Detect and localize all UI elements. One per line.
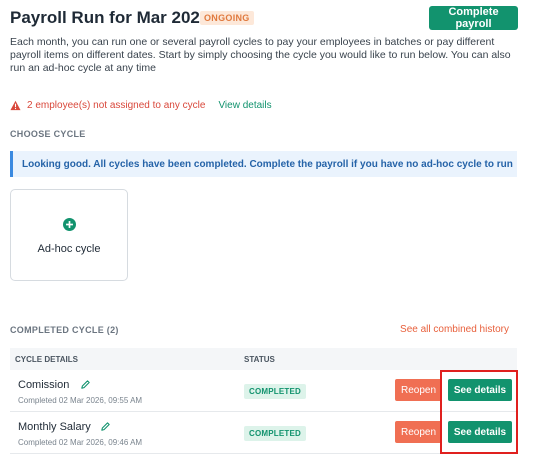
cycle-completed-time: Completed 02 Mar 2026, 09:46 AM — [18, 438, 143, 447]
info-banner: Looking good. All cycles have been compl… — [10, 151, 517, 177]
adhoc-cycle-card[interactable]: Ad-hoc cycle — [10, 189, 128, 281]
status-badge: COMPLETED — [244, 426, 307, 441]
see-details-button[interactable]: See details — [448, 379, 512, 401]
warning-triangle-icon — [10, 100, 21, 110]
warning-text: 2 employee(s) not assigned to any cycle — [27, 99, 206, 111]
complete-payroll-button[interactable]: Complete payroll — [429, 6, 518, 30]
column-header-details: CYCLE DETAILS — [15, 355, 78, 364]
column-header-status: STATUS — [244, 355, 275, 364]
plus-circle-icon — [63, 218, 76, 231]
combined-history-link[interactable]: See all combined history — [400, 324, 509, 335]
unassigned-warning: 2 employee(s) not assigned to any cycle … — [10, 99, 272, 111]
page-title: Payroll Run for Mar 2026 — [10, 8, 210, 27]
table-row: Comission Completed 02 Mar 2026, 09:55 A… — [10, 370, 517, 412]
cycle-name: Monthly Salary — [18, 421, 91, 433]
completed-cycle-heading: COMPLETED CYCLE (2) — [10, 325, 119, 335]
status-badge: COMPLETED — [244, 384, 307, 399]
cycle-completed-time: Completed 02 Mar 2026, 09:55 AM — [18, 396, 143, 405]
view-details-link[interactable]: View details — [218, 100, 271, 111]
status-badge: ONGOING — [200, 11, 254, 25]
table-header: CYCLE DETAILS STATUS — [10, 348, 517, 370]
reopen-button[interactable]: Reopen — [395, 379, 442, 401]
see-details-button[interactable]: See details — [448, 421, 512, 443]
page-header: Payroll Run for Mar 2026 ONGOING Complet… — [10, 6, 518, 32]
table-row: Monthly Salary Completed 02 Mar 2026, 09… — [10, 412, 517, 454]
adhoc-cycle-label: Ad-hoc cycle — [37, 243, 101, 255]
cycle-name: Comission — [18, 379, 70, 391]
edit-pencil-icon[interactable] — [80, 379, 91, 390]
choose-cycle-heading: CHOOSE CYCLE — [10, 129, 86, 139]
reopen-button[interactable]: Reopen — [395, 421, 442, 443]
page-description: Each month, you can run one or several p… — [10, 36, 511, 74]
edit-pencil-icon[interactable] — [100, 421, 111, 432]
